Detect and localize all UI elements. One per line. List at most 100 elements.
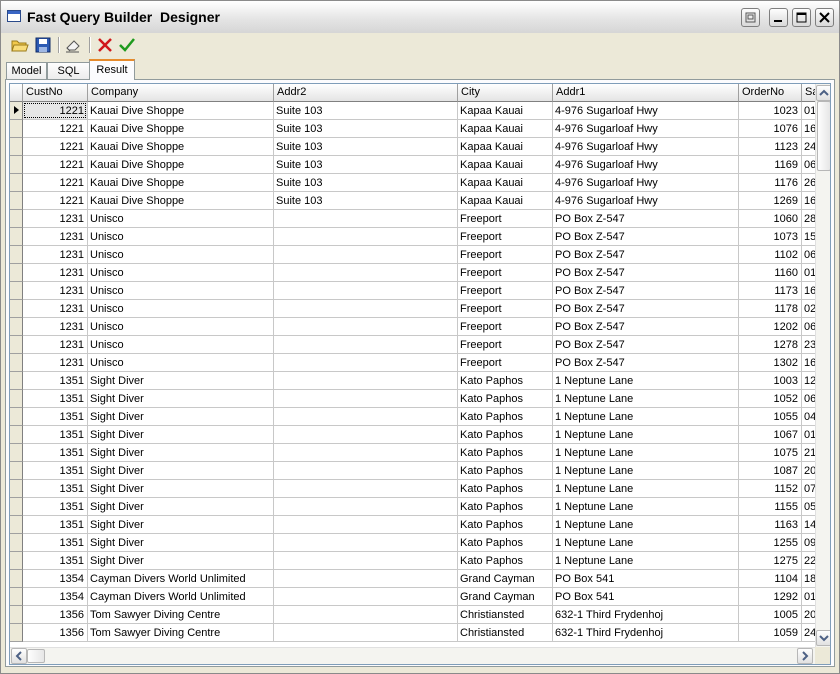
- table-cell[interactable]: PO Box Z-547: [553, 318, 739, 336]
- column-header[interactable]: OrderNo: [739, 84, 802, 102]
- table-cell[interactable]: 4-976 Sugarloaf Hwy: [553, 156, 739, 174]
- table-cell[interactable]: 1 Neptune Lane: [553, 462, 739, 480]
- table-cell[interactable]: [274, 318, 458, 336]
- table-cell[interactable]: 1076: [739, 120, 802, 138]
- table-cell[interactable]: Unisco: [88, 336, 274, 354]
- table-cell[interactable]: [274, 498, 458, 516]
- table-row[interactable]: 1351 Sight Diver Kato Paphos 1 Neptune Lane…: [10, 552, 816, 570]
- table-cell[interactable]: 1202: [739, 318, 802, 336]
- table-cell[interactable]: 09: [802, 534, 816, 552]
- table-cell[interactable]: [274, 426, 458, 444]
- table-cell[interactable]: 1169: [739, 156, 802, 174]
- table-cell[interactable]: Sight Diver: [88, 372, 274, 390]
- table-row[interactable]: 1351 Sight Diver Kato Paphos 1 Neptune Lane…: [10, 480, 816, 498]
- table-cell[interactable]: 4-976 Sugarloaf Hwy: [553, 102, 739, 120]
- table-cell[interactable]: 1 Neptune Lane: [553, 390, 739, 408]
- table-cell[interactable]: Sight Diver: [88, 516, 274, 534]
- table-cell[interactable]: Kauai Dive Shoppe: [88, 174, 274, 192]
- table-cell[interactable]: 1173: [739, 282, 802, 300]
- column-header[interactable]: Sa: [802, 84, 816, 102]
- column-header[interactable]: Addr2: [274, 84, 458, 102]
- table-cell[interactable]: Kauai Dive Shoppe: [88, 192, 274, 210]
- table-cell[interactable]: 1 Neptune Lane: [553, 516, 739, 534]
- table-cell[interactable]: 26: [802, 174, 816, 192]
- row-indicator[interactable]: [10, 210, 23, 228]
- table-cell[interactable]: 1104: [739, 570, 802, 588]
- table-cell[interactable]: PO Box Z-547: [553, 246, 739, 264]
- table-cell[interactable]: 16: [802, 282, 816, 300]
- table-cell[interactable]: 4-976 Sugarloaf Hwy: [553, 138, 739, 156]
- table-cell[interactable]: 1178: [739, 300, 802, 318]
- table-row[interactable]: 1354 Cayman Divers World Unlimited Grand C…: [10, 588, 816, 606]
- table-cell[interactable]: [274, 480, 458, 498]
- table-cell[interactable]: 01: [802, 102, 816, 120]
- table-cell[interactable]: 12: [802, 372, 816, 390]
- close-button[interactable]: [815, 8, 834, 27]
- table-cell[interactable]: Kauai Dive Shoppe: [88, 138, 274, 156]
- table-row[interactable]: 1356 Tom Sawyer Diving Centre Christianste…: [10, 624, 816, 642]
- table-cell[interactable]: 1 Neptune Lane: [553, 498, 739, 516]
- tab-sql[interactable]: SQL: [47, 62, 90, 79]
- horizontal-scrollbar[interactable]: [10, 647, 815, 664]
- table-row[interactable]: 1221 Kauai Dive Shoppe Suite 103 Kapaa Kaua…: [10, 102, 816, 120]
- save-button[interactable]: [34, 36, 52, 54]
- table-row[interactable]: 1231 Unisco Freeport PO Box Z-547 1102 06: [10, 246, 816, 264]
- table-row[interactable]: 1231 Unisco Freeport PO Box Z-547 1278 23: [10, 336, 816, 354]
- table-row[interactable]: 1221 Kauai Dive Shoppe Suite 103 Kapaa Kaua…: [10, 138, 816, 156]
- tab-model[interactable]: Model: [6, 62, 47, 79]
- table-cell[interactable]: 1 Neptune Lane: [553, 552, 739, 570]
- row-indicator[interactable]: [10, 588, 23, 606]
- table-cell[interactable]: 1176: [739, 174, 802, 192]
- table-cell[interactable]: 1123: [739, 138, 802, 156]
- table-cell[interactable]: 1221: [23, 156, 88, 174]
- table-cell[interactable]: 23: [802, 336, 816, 354]
- row-indicator[interactable]: [10, 282, 23, 300]
- table-cell[interactable]: 1067: [739, 426, 802, 444]
- table-cell[interactable]: 05: [802, 498, 816, 516]
- vertical-scroll-thumb[interactable]: [817, 101, 830, 171]
- table-cell[interactable]: PO Box Z-547: [553, 354, 739, 372]
- table-cell[interactable]: 4-976 Sugarloaf Hwy: [553, 120, 739, 138]
- table-cell[interactable]: 1351: [23, 480, 88, 498]
- table-cell[interactable]: 1231: [23, 318, 88, 336]
- table-cell[interactable]: PO Box Z-547: [553, 210, 739, 228]
- table-cell[interactable]: 1 Neptune Lane: [553, 480, 739, 498]
- table-cell[interactable]: Kapaa Kauai: [458, 174, 553, 192]
- row-indicator[interactable]: [10, 336, 23, 354]
- table-row[interactable]: 1351 Sight Diver Kato Paphos 1 Neptune Lane…: [10, 390, 816, 408]
- row-indicator[interactable]: [10, 408, 23, 426]
- table-cell[interactable]: Unisco: [88, 318, 274, 336]
- table-cell[interactable]: 1275: [739, 552, 802, 570]
- table-row[interactable]: 1351 Sight Diver Kato Paphos 1 Neptune Lane…: [10, 516, 816, 534]
- table-cell[interactable]: 01: [802, 588, 816, 606]
- table-cell[interactable]: 1221: [23, 138, 88, 156]
- table-cell[interactable]: 1221: [23, 102, 88, 120]
- row-indicator[interactable]: [10, 606, 23, 624]
- table-row[interactable]: 1351 Sight Diver Kato Paphos 1 Neptune Lane…: [10, 426, 816, 444]
- table-cell[interactable]: Kapaa Kauai: [458, 102, 553, 120]
- table-cell[interactable]: 1005: [739, 606, 802, 624]
- table-cell[interactable]: 04: [802, 408, 816, 426]
- table-cell[interactable]: Sight Diver: [88, 534, 274, 552]
- table-cell[interactable]: [274, 264, 458, 282]
- table-cell[interactable]: 1351: [23, 462, 88, 480]
- table-cell[interactable]: PO Box Z-547: [553, 282, 739, 300]
- table-cell[interactable]: Kato Paphos: [458, 462, 553, 480]
- table-cell[interactable]: PO Box Z-547: [553, 228, 739, 246]
- table-cell[interactable]: 1356: [23, 624, 88, 642]
- table-cell[interactable]: 1059: [739, 624, 802, 642]
- table-cell[interactable]: Unisco: [88, 354, 274, 372]
- table-cell[interactable]: Freeport: [458, 318, 553, 336]
- table-cell[interactable]: Unisco: [88, 210, 274, 228]
- table-cell[interactable]: 20: [802, 462, 816, 480]
- table-cell[interactable]: Grand Cayman: [458, 570, 553, 588]
- table-cell[interactable]: Sight Diver: [88, 444, 274, 462]
- table-cell[interactable]: Kato Paphos: [458, 426, 553, 444]
- table-row[interactable]: 1231 Unisco Freeport PO Box Z-547 1178 02: [10, 300, 816, 318]
- table-cell[interactable]: 1003: [739, 372, 802, 390]
- table-cell[interactable]: 15: [802, 228, 816, 246]
- table-cell[interactable]: 1351: [23, 426, 88, 444]
- table-cell[interactable]: 1052: [739, 390, 802, 408]
- table-cell[interactable]: 1354: [23, 588, 88, 606]
- table-cell[interactable]: Sight Diver: [88, 480, 274, 498]
